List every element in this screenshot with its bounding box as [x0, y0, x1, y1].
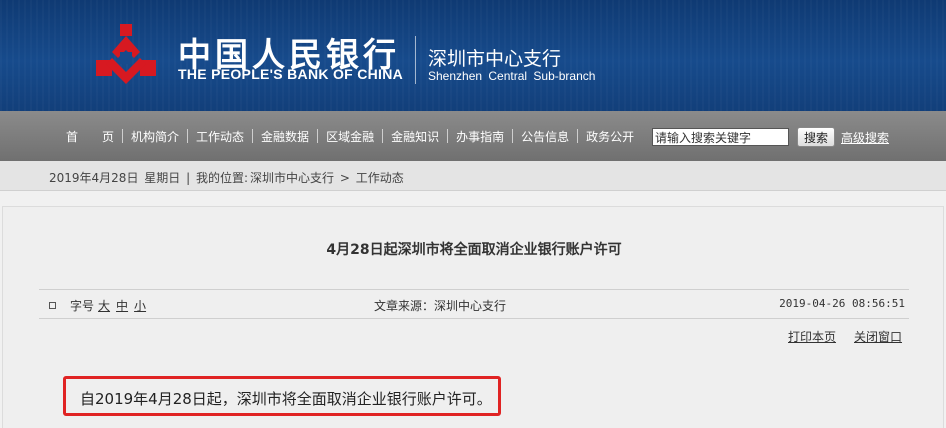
breadcrumb-separator: | [186, 171, 191, 185]
font-size-label: 字号 [70, 299, 95, 313]
nav-item-regional-finance[interactable]: 区域金融 [318, 128, 382, 145]
article-meta-row: 字号 大 中 小 文章来源：深圳中心支行 2019-04-26 08:56:51 [39, 289, 909, 319]
breadcrumb-arrow: > [339, 171, 350, 185]
breadcrumb: 2019年4月28日 星期日 | 我的位置: 深圳市中心支行 > 工作动态 [49, 169, 406, 186]
nav-item-financial-data[interactable]: 金融数据 [253, 128, 317, 145]
current-weekday: 星期日 [144, 171, 181, 185]
font-size-large-link[interactable]: 大 [98, 297, 110, 314]
highlight-box: 自2019年4月28日起，深圳市将全面取消企业银行账户许可。 [63, 376, 501, 416]
advanced-search-link[interactable]: 高级搜索 [841, 129, 889, 146]
search-input[interactable] [652, 128, 789, 146]
article-source: 文章来源：深圳中心支行 [374, 299, 507, 313]
article-date: 2019-04-26 08:56:51 [779, 297, 905, 310]
header-divider [415, 36, 416, 84]
nav-item-announcements[interactable]: 公告信息 [513, 128, 577, 145]
nav-item-work-news[interactable]: 工作动态 [188, 128, 252, 145]
close-window-link[interactable]: 关闭窗口 [854, 328, 902, 345]
location-label: 我的位置: [196, 171, 249, 185]
font-size-medium-link[interactable]: 中 [116, 297, 128, 314]
bank-name-en: THE PEOPLE'S BANK OF CHINA [178, 66, 404, 82]
article-panel: 4月28日起深圳市将全面取消企业银行账户许可 字号 大 中 小 文章来源：深圳中… [2, 206, 944, 428]
nav-item-home[interactable]: 首 页 [58, 128, 122, 145]
breadcrumb-item-branch[interactable]: 深圳市中心支行 [250, 171, 334, 185]
article-title: 4月28日起深圳市将全面取消企业银行账户许可 [326, 242, 622, 258]
nav-item-about[interactable]: 机构简介 [123, 128, 187, 145]
article-body-text: 自2019年4月28日起，深圳市将全面取消企业银行账户许可。 [80, 390, 492, 408]
square-bullet-icon [49, 302, 56, 309]
breadcrumb-bar: 2019年4月28日 星期日 | 我的位置: 深圳市中心支行 > 工作动态 [0, 161, 946, 191]
branch-name-en: Shenzhen Central Sub-branch [428, 69, 596, 83]
current-date: 2019年4月28日 [49, 171, 139, 185]
nav-item-financial-knowledge[interactable]: 金融知识 [383, 128, 447, 145]
breadcrumb-item-work-news[interactable]: 工作动态 [356, 171, 404, 185]
nav-item-service-guide[interactable]: 办事指南 [448, 128, 512, 145]
font-size-small-link[interactable]: 小 [134, 297, 146, 314]
nav-list: 首 页 机构简介 工作动态 金融数据 区域金融 金融知识 办事指南 公告信息 政… [58, 111, 642, 161]
pboc-emblem-icon [96, 24, 156, 84]
search-button[interactable]: 搜索 [797, 127, 835, 147]
site-header: 中国人民银行 THE PEOPLE'S BANK OF CHINA 深圳市中心支… [0, 0, 946, 111]
font-size-controls: 字号 大 中 小 [49, 297, 152, 314]
print-page-link[interactable]: 打印本页 [788, 328, 836, 345]
nav-item-government-affairs[interactable]: 政务公开 [578, 128, 642, 145]
branch-name-cn: 深圳市中心支行 [428, 48, 562, 70]
